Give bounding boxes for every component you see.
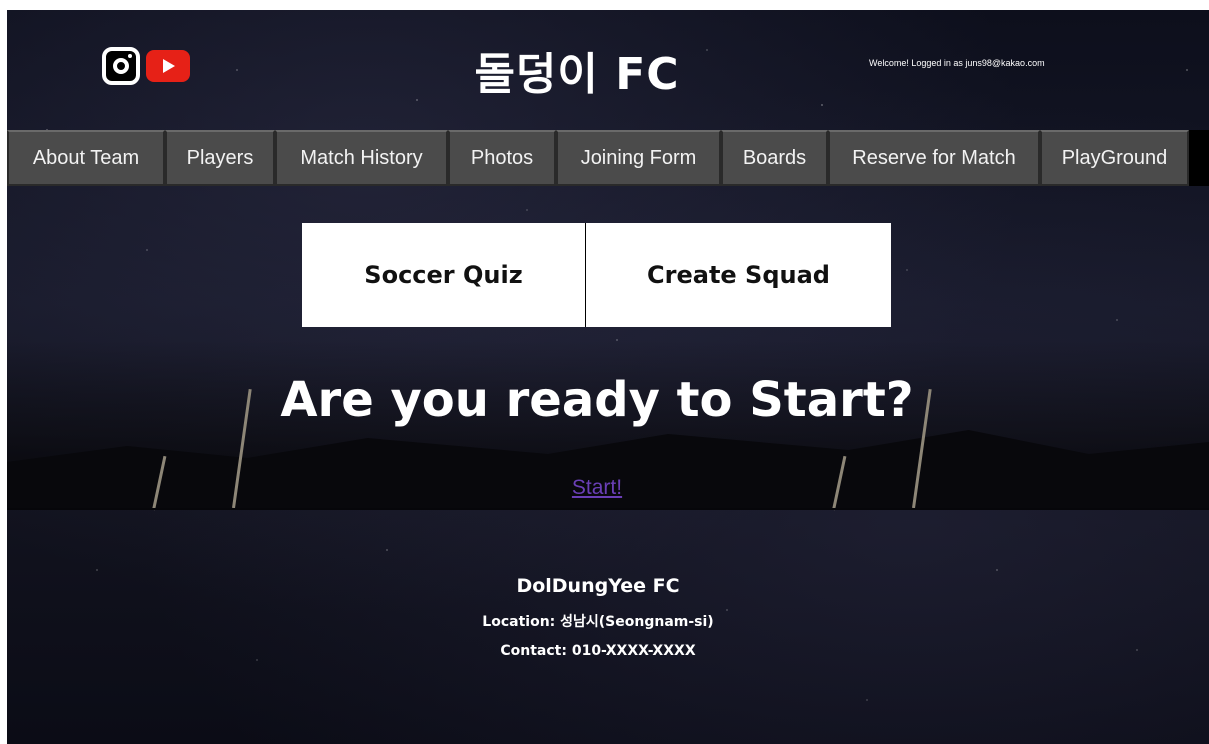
nav-item-boards[interactable]: Boards — [721, 130, 828, 186]
social-links — [102, 44, 190, 88]
page-background: 돌덩이 FC Welcome! Logged in as juns98@kaka… — [7, 10, 1209, 744]
nav-item-players[interactable]: Players — [165, 130, 275, 186]
tab-soccer-quiz[interactable]: Soccer Quiz — [302, 223, 586, 327]
nav-item-match-history[interactable]: Match History — [275, 130, 448, 186]
nav-item-playground[interactable]: PlayGround — [1040, 130, 1189, 186]
footer-team-name: DolDungYee FC — [516, 575, 680, 597]
section-divider — [7, 508, 1209, 510]
youtube-icon[interactable] — [146, 50, 190, 82]
site-footer: DolDungYee FC Location: 성남시(Seongnam-si)… — [7, 575, 1189, 671]
nav-item-about-team[interactable]: About Team — [7, 130, 165, 186]
instagram-dot — [128, 54, 132, 58]
youtube-play-icon — [163, 59, 175, 73]
main-nav: About Team Players Match History Photos … — [7, 130, 1209, 190]
nav-item-photos[interactable]: Photos — [448, 130, 556, 186]
start-link[interactable]: Start! — [547, 476, 647, 500]
tab-create-squad[interactable]: Create Squad — [586, 223, 891, 327]
site-header: 돌덩이 FC Welcome! Logged in as juns98@kaka… — [7, 10, 1209, 128]
nav-item-joining-form[interactable]: Joining Form — [556, 130, 721, 186]
instagram-icon[interactable] — [102, 47, 140, 85]
hero-headline: Are you ready to Start? — [280, 372, 914, 428]
welcome-message: Welcome! Logged in as juns98@kakao.com — [869, 58, 1045, 68]
nav-filler — [1189, 130, 1209, 186]
nav-item-reserve-for-match[interactable]: Reserve for Match — [828, 130, 1040, 186]
footer-contact: Contact: 010-XXXX-XXXX — [500, 643, 696, 659]
playground-tabs: Soccer Quiz Create Squad — [302, 223, 891, 327]
footer-location: Location: 성남시(Seongnam-si) — [482, 614, 714, 630]
site-title: 돌덩이 FC — [474, 49, 680, 100]
instagram-lens — [113, 58, 129, 74]
